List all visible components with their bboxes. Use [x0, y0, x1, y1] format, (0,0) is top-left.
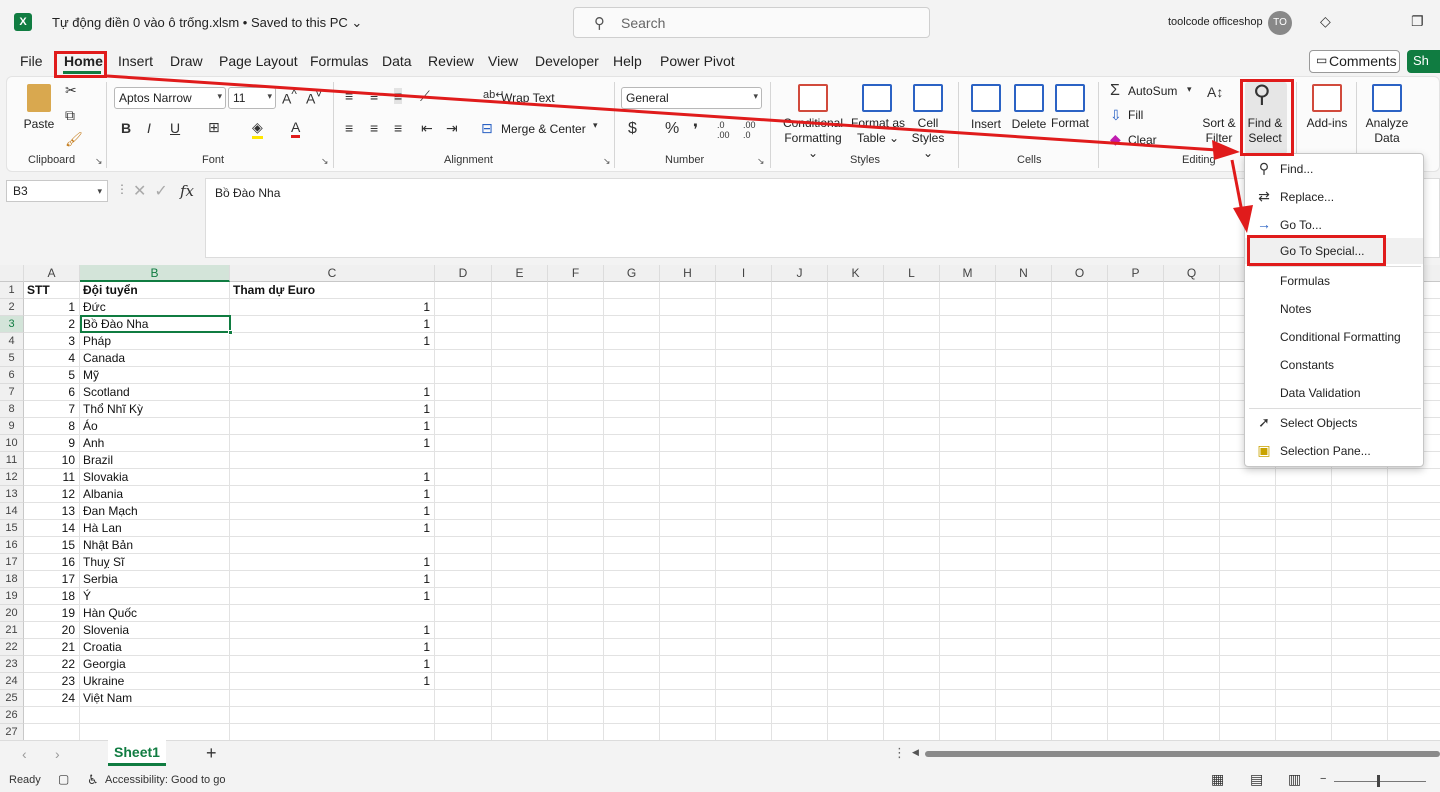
- annotation-arrowhead: [1212, 140, 1240, 160]
- annotation-arrowhead: [1233, 205, 1253, 233]
- annotation-arrow-line: [1230, 159, 1244, 213]
- annotation-arrow-line: [106, 74, 1218, 152]
- annotation-arrows: [106, 74, 1253, 233]
